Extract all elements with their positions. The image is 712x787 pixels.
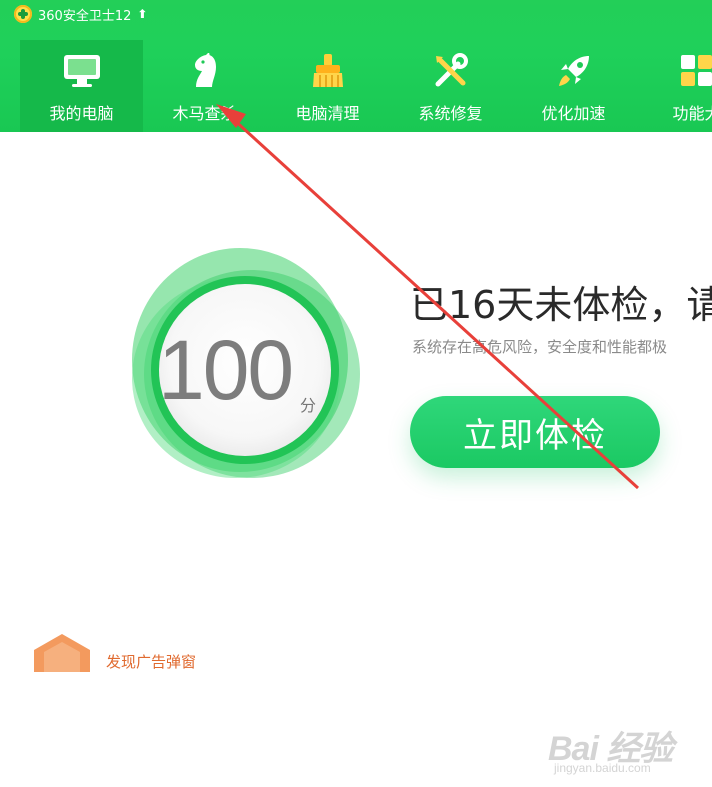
app-logo-icon [14,5,32,23]
score-ring: 100 分 [120,242,370,492]
tab-my-computer[interactable]: 我的电脑 [20,40,143,132]
risk-description: 系统存在高危风险，安全度和性能都极 [412,336,667,357]
watermark-url: jingyan.baidu.com [554,761,651,775]
baidu-watermark: Bai 经验 jingyan.baidu.com [548,717,708,787]
ad-popup-notice[interactable]: 发现广告弹窗 [30,632,196,672]
rocket-icon [553,52,595,90]
tab-pc-cleanup[interactable]: 电脑清理 [266,40,389,132]
header-bar: 360安全卫士12 ⬆ 我的电脑 木马查 [0,0,712,132]
tools-icon [430,52,472,90]
start-checkup-button[interactable]: 立即体检 [410,396,660,468]
main-nav: 我的电脑 木马查杀 电脑清理 [20,40,712,132]
grid-icon [676,52,712,90]
checkup-headline: 已16天未体检，请 [410,274,712,329]
hexagon-badge-icon [30,632,94,672]
tab-label: 优化加速 [541,100,605,124]
tab-label: 功能大 [672,100,712,124]
horse-icon [184,52,226,90]
app-title: 360安全卫士12 [38,5,131,24]
broom-icon [307,52,349,90]
score-unit: 分 [300,392,316,416]
title-bar: 360安全卫士12 ⬆ [14,4,147,24]
tab-label: 木马查杀 [172,100,236,124]
tab-optimize-speed[interactable]: 优化加速 [512,40,635,132]
update-arrow-icon[interactable]: ⬆ [137,7,147,21]
tab-system-repair[interactable]: 系统修复 [389,40,512,132]
ad-popup-text[interactable]: 发现广告弹窗 [106,651,196,672]
tab-features[interactable]: 功能大 [635,40,712,132]
tab-label: 电脑清理 [295,100,359,124]
tab-trojan-scan[interactable]: 木马查杀 [143,40,266,132]
tab-label: 系统修复 [418,100,482,124]
score-value: 100 [158,322,292,419]
main-panel: 100 分 已16天未体检，请 系统存在高危风险，安全度和性能都极 立即体检 发… [0,132,712,664]
tab-label: 我的电脑 [49,100,113,124]
monitor-icon [61,52,103,90]
